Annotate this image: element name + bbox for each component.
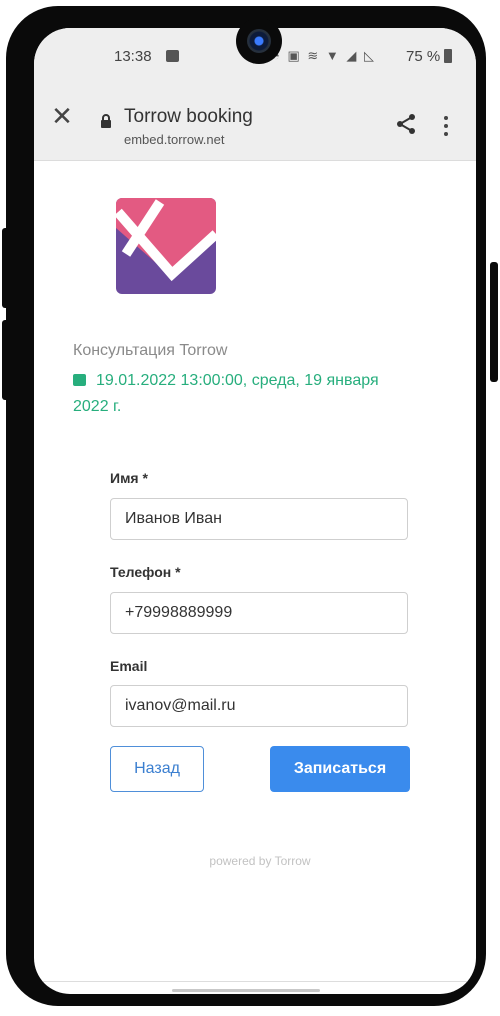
phone-power-button [490, 262, 498, 382]
browser-toolbar: ✕ Torrow booking embed.torrow.net [34, 86, 476, 161]
page-title: Torrow booking [124, 106, 253, 127]
nav-divider [34, 981, 476, 982]
camera-lens [247, 29, 271, 53]
front-camera [236, 18, 282, 64]
phone-frame: 13:38 ◔ ▣ ≋ ▼ ◢ ◺ 75 % ✕ Torrow booking … [6, 6, 486, 1006]
booking-datetime: 19.01.2022 13:00:00, среда, 19 января 20… [73, 368, 393, 420]
close-icon[interactable]: ✕ [50, 103, 74, 129]
image-icon [166, 50, 179, 62]
battery-text: 75 % [406, 48, 441, 65]
lock-icon [101, 114, 111, 128]
battery-indicator: 75 % [406, 48, 453, 65]
booking-datetime-text: 19.01.2022 13:00:00, среда, 19 января 20… [73, 372, 379, 415]
page-url: embed.torrow.net [124, 132, 225, 147]
calendar-icon [73, 374, 86, 386]
name-label: Имя * [110, 470, 148, 486]
screen: 13:38 ◔ ▣ ≋ ▼ ◢ ◺ 75 % ✕ Torrow booking … [34, 28, 476, 994]
home-indicator[interactable] [172, 989, 320, 992]
more-vert-icon[interactable] [444, 116, 450, 138]
status-icons: ◔ ▣ ≋ ▼ ◢ ◺ [272, 48, 376, 63]
submit-button[interactable]: Записаться [270, 746, 410, 792]
email-input[interactable] [110, 685, 408, 727]
phone-input[interactable] [110, 592, 408, 634]
name-input[interactable] [110, 498, 408, 540]
battery-icon [444, 49, 453, 63]
share-icon[interactable] [394, 112, 418, 136]
service-name: Консультация Torrow [73, 342, 228, 359]
back-button[interactable]: Назад [110, 746, 204, 792]
phone-label: Телефон * [110, 564, 181, 580]
torrow-logo [116, 198, 216, 294]
powered-by-link[interactable]: powered by Torrow [34, 854, 476, 868]
status-time: 13:38 [114, 48, 152, 65]
email-label: Email [110, 658, 148, 674]
